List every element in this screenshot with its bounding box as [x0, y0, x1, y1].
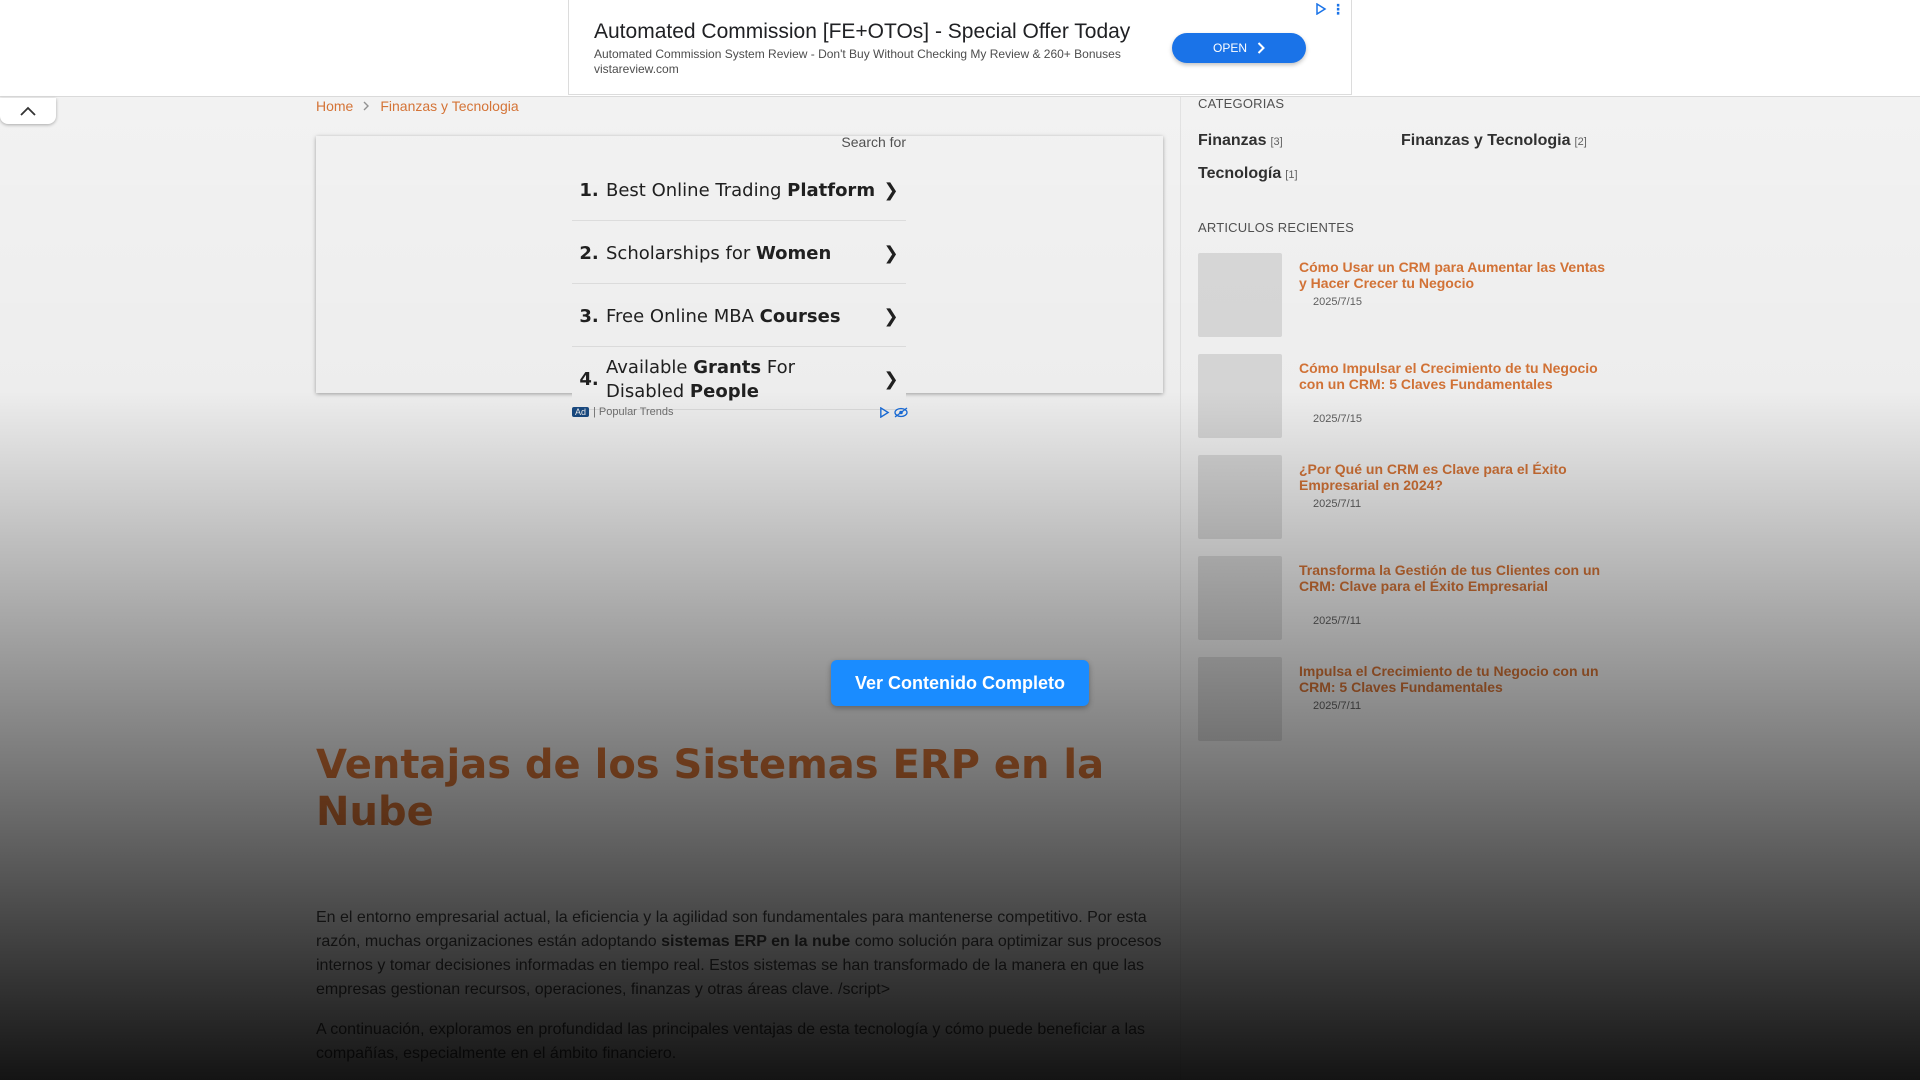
article-paragraph: A continuación, exploramos en profundida… — [316, 1021, 1145, 1062]
ad-description: Automated Commission System Review - Don… — [594, 47, 1121, 61]
breadcrumb-home[interactable]: Home — [316, 98, 353, 114]
vertical-dots-icon[interactable]: ⋮ — [1331, 1, 1345, 18]
recent-article[interactable]: Transforma la Gestión de tus Clientes co… — [1198, 556, 1618, 642]
collapse-ad-button[interactable] — [0, 98, 56, 124]
item-text: Available Grants For Disabled People — [606, 356, 795, 402]
article-paragraph: En el entorno empresarial actual, la efi… — [316, 909, 1162, 998]
recent-article[interactable]: Cómo Impulsar el Crecimiento de tu Negoc… — [1198, 354, 1618, 440]
recent-article-date: 2025/7/11 — [1313, 498, 1362, 510]
breadcrumb: Home Finanzas y Tecnologia — [316, 98, 519, 114]
category-link[interactable]: Tecnología [1] — [1198, 165, 1298, 183]
recent-article[interactable]: ¿Por Qué un CRM es Clave para el Éxito E… — [1198, 455, 1618, 541]
chevron-right-icon: ❯ — [883, 369, 899, 390]
article-body: En el entorno empresarial actual, la efi… — [316, 906, 1166, 1082]
article-thumbnail[interactable] — [1198, 657, 1282, 741]
recent-article-date: 2025/7/15 — [1313, 296, 1362, 308]
article-thumbnail[interactable] — [1198, 455, 1282, 539]
hide-eye-icon[interactable] — [894, 406, 908, 418]
item-text: Scholarships for Women — [606, 242, 832, 264]
recent-article[interactable]: Impulsa el Crecimiento de tu Negocio con… — [1198, 657, 1618, 743]
ad-open-label: OPEN — [1212, 41, 1247, 55]
item-text: Free Online MBA Courses — [606, 305, 841, 327]
article-thumbnail[interactable] — [1198, 556, 1282, 640]
search-ad-item[interactable]: 3. Free Online MBA Courses ❯ — [572, 287, 906, 347]
breadcrumb-category[interactable]: Finanzas y Tecnologia — [380, 98, 518, 114]
search-ad-widget: Search for 1. Best Online Trading Platfo… — [572, 134, 908, 424]
search-for-label: Search for — [841, 134, 906, 150]
recent-article[interactable]: Cómo Usar un CRM para Aumentar las Venta… — [1198, 253, 1618, 339]
top-ad-bar: Automated Commission [FE+OTOs] - Special… — [0, 0, 1920, 97]
categories-heading: CATEGORIAS — [1198, 96, 1285, 111]
category-link[interactable]: Finanzas y Tecnologia [2] — [1401, 132, 1587, 150]
recent-article-title[interactable]: Cómo Usar un CRM para Aumentar las Venta… — [1299, 259, 1609, 291]
article-title: Ventajas de los Sistemas ERP en la Nube — [316, 742, 1105, 835]
sidebar: CATEGORIAS Finanzas [3] Finanzas y Tecnol… — [1180, 96, 1621, 1080]
item-text: Best Online Trading Platform — [606, 179, 876, 201]
recent-article-title[interactable]: Transforma la Gestión de tus Clientes co… — [1299, 562, 1609, 594]
chevron-up-icon — [20, 106, 36, 116]
article-thumbnail[interactable] — [1198, 253, 1282, 337]
recent-article-date: 2025/7/15 — [1313, 413, 1362, 425]
play-triangle-icon[interactable] — [1315, 3, 1327, 15]
search-ad-footer: Ad | Popular Trends — [572, 406, 908, 418]
ad-url[interactable]: vistareview.com — [594, 62, 679, 76]
search-ad-item[interactable]: 4. Available Grants For Disabled People … — [572, 350, 906, 410]
chevron-right-icon: ❯ — [883, 243, 899, 264]
page-content: Home Finanzas y Tecnologia Search for 1.… — [0, 96, 1920, 1080]
chevron-right-icon — [1257, 42, 1265, 54]
play-triangle-icon[interactable] — [879, 406, 890, 418]
chevron-right-icon — [363, 101, 370, 111]
recent-article-title[interactable]: Impulsa el Crecimiento de tu Negocio con… — [1299, 663, 1609, 695]
recent-article-date: 2025/7/11 — [1313, 615, 1362, 627]
recent-article-title[interactable]: Cómo Impulsar el Crecimiento de tu Negoc… — [1299, 360, 1609, 392]
ad-title[interactable]: Automated Commission [FE+OTOs] - Special… — [594, 20, 1130, 44]
ad-badge: Ad — [572, 407, 590, 417]
chevron-right-icon: ❯ — [883, 306, 899, 327]
recent-article-title[interactable]: ¿Por Qué un CRM es Clave para el Éxito E… — [1299, 461, 1609, 493]
recent-article-date: 2025/7/11 — [1313, 700, 1362, 712]
recent-heading: ARTICULOS RECIENTES — [1198, 220, 1354, 235]
view-full-content-button[interactable]: Ver Contenido Completo — [831, 660, 1089, 706]
ad-open-button[interactable]: OPEN — [1172, 33, 1306, 63]
search-ad-item[interactable]: 2. Scholarships for Women ❯ — [572, 224, 906, 284]
article-thumbnail[interactable] — [1198, 354, 1282, 438]
item-number: 1. — [579, 180, 599, 201]
item-number: 3. — [579, 306, 599, 327]
top-banner-ad[interactable]: Automated Commission [FE+OTOs] - Special… — [568, 0, 1352, 95]
category-link[interactable]: Finanzas [3] — [1198, 132, 1283, 150]
chevron-right-icon: ❯ — [883, 180, 899, 201]
search-ad-item[interactable]: 1. Best Online Trading Platform ❯ — [572, 161, 906, 221]
popular-trends-label: | Popular Trends — [593, 406, 674, 418]
item-number: 4. — [579, 369, 599, 390]
item-number: 2. — [579, 243, 599, 264]
